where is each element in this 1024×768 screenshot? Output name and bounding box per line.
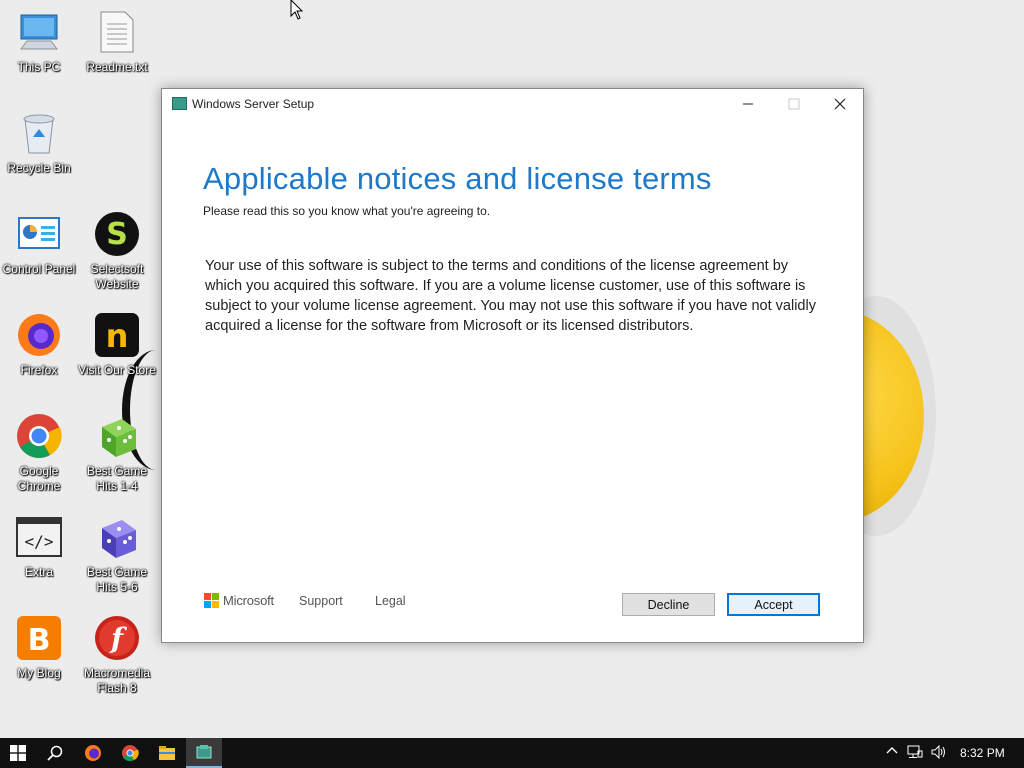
microsoft-wordmark: Microsoft [223,593,274,608]
maximize-icon [788,98,800,110]
show-hidden-icons-button[interactable] [886,745,898,760]
taskbar-clock[interactable]: 8:32 PM [960,746,1005,760]
file-explorer-icon [159,746,175,760]
text-file-icon [93,8,141,56]
code-window-icon: </> [15,513,63,561]
microsoft-squares-icon [204,593,219,608]
taskbar-file-explorer[interactable] [149,738,185,768]
page-subtitle: Please read this so you know what you're… [203,204,491,218]
windows-start-icon [10,745,26,761]
legal-link[interactable]: Legal [375,594,406,608]
recycle-bin-icon [15,109,63,157]
microsoft-logo: Microsoft [204,593,274,608]
desktop-icon-chrome[interactable]: Google Chrome [0,412,78,494]
accept-button[interactable]: Accept [727,593,820,616]
firefox-icon [85,745,101,761]
computer-icon [15,8,63,56]
control-panel-icon [15,210,63,258]
flash-icon: f [93,614,141,662]
chrome-icon [15,412,63,460]
blogger-icon: B [15,614,63,662]
desktop-icon-firefox[interactable]: Firefox [0,311,78,378]
desktop-icon-best-game-hits-1-4[interactable]: Best Game Hits 1-4 [78,412,156,494]
green-dice-icon [93,412,141,460]
network-tray-button[interactable] [907,745,923,762]
decline-button[interactable]: Decline [622,593,715,616]
desktop-icon-readme[interactable]: Readme.txt [78,8,156,75]
svg-text:B: B [28,623,51,658]
network-icon [907,745,923,758]
setup-dialog: Windows Server Setup Applicable notices … [161,88,864,643]
speaker-icon [931,744,945,760]
chevron-up-icon [886,747,898,754]
svg-text:</>: </> [25,532,54,551]
page-title: Applicable notices and license terms [203,161,712,196]
svg-text:S: S [106,217,128,252]
desktop-icon-visit-store[interactable]: n Visit Our Store [78,311,156,378]
selectsoft-logo-icon: S [93,210,141,258]
firefox-icon [15,311,63,359]
desktop-icon-this-pc[interactable]: This PC [0,8,78,75]
windows-setup-icon [196,745,212,759]
store-logo-icon: n [93,311,141,359]
setup-app-icon [172,97,187,110]
taskbar-windows-setup[interactable] [186,738,222,768]
desktop-icon-recycle-bin[interactable]: Recycle Bin [0,109,78,176]
chrome-icon [122,745,139,762]
taskbar-search-button[interactable] [37,738,73,768]
minimize-icon [743,103,753,105]
taskbar: 8:32 PM [0,738,1024,768]
maximize-button[interactable] [771,89,817,119]
desktop-icon-control-panel[interactable]: Control Panel [0,210,78,277]
purple-dice-icon [93,513,141,561]
desktop-icon-best-game-hits-5-6[interactable]: Best Game Hits 5-6 [78,513,156,595]
mouse-pointer-icon [290,0,304,20]
close-button[interactable] [817,89,863,119]
desktop-icon-extra[interactable]: </> Extra [0,513,78,580]
close-icon [834,98,846,110]
desktop-icon-selectsoft[interactable]: S Selectsoft Website [78,210,156,292]
taskbar-chrome[interactable] [112,738,148,768]
dialog-titlebar[interactable]: Windows Server Setup [162,89,863,119]
desktop-icon-macromedia-flash[interactable]: f Macromedia Flash 8 [78,614,156,696]
support-link[interactable]: Support [299,594,343,608]
license-notice-text: Your use of this software is subject to … [205,258,816,334]
volume-tray-button[interactable] [931,744,947,762]
taskbar-firefox[interactable] [75,738,111,768]
start-button[interactable] [0,738,36,768]
search-icon [47,745,63,761]
dialog-title: Windows Server Setup [192,97,315,111]
desktop-icon-my-blog[interactable]: B My Blog [0,614,78,681]
svg-text:n: n [106,317,129,355]
minimize-button[interactable] [725,89,771,119]
